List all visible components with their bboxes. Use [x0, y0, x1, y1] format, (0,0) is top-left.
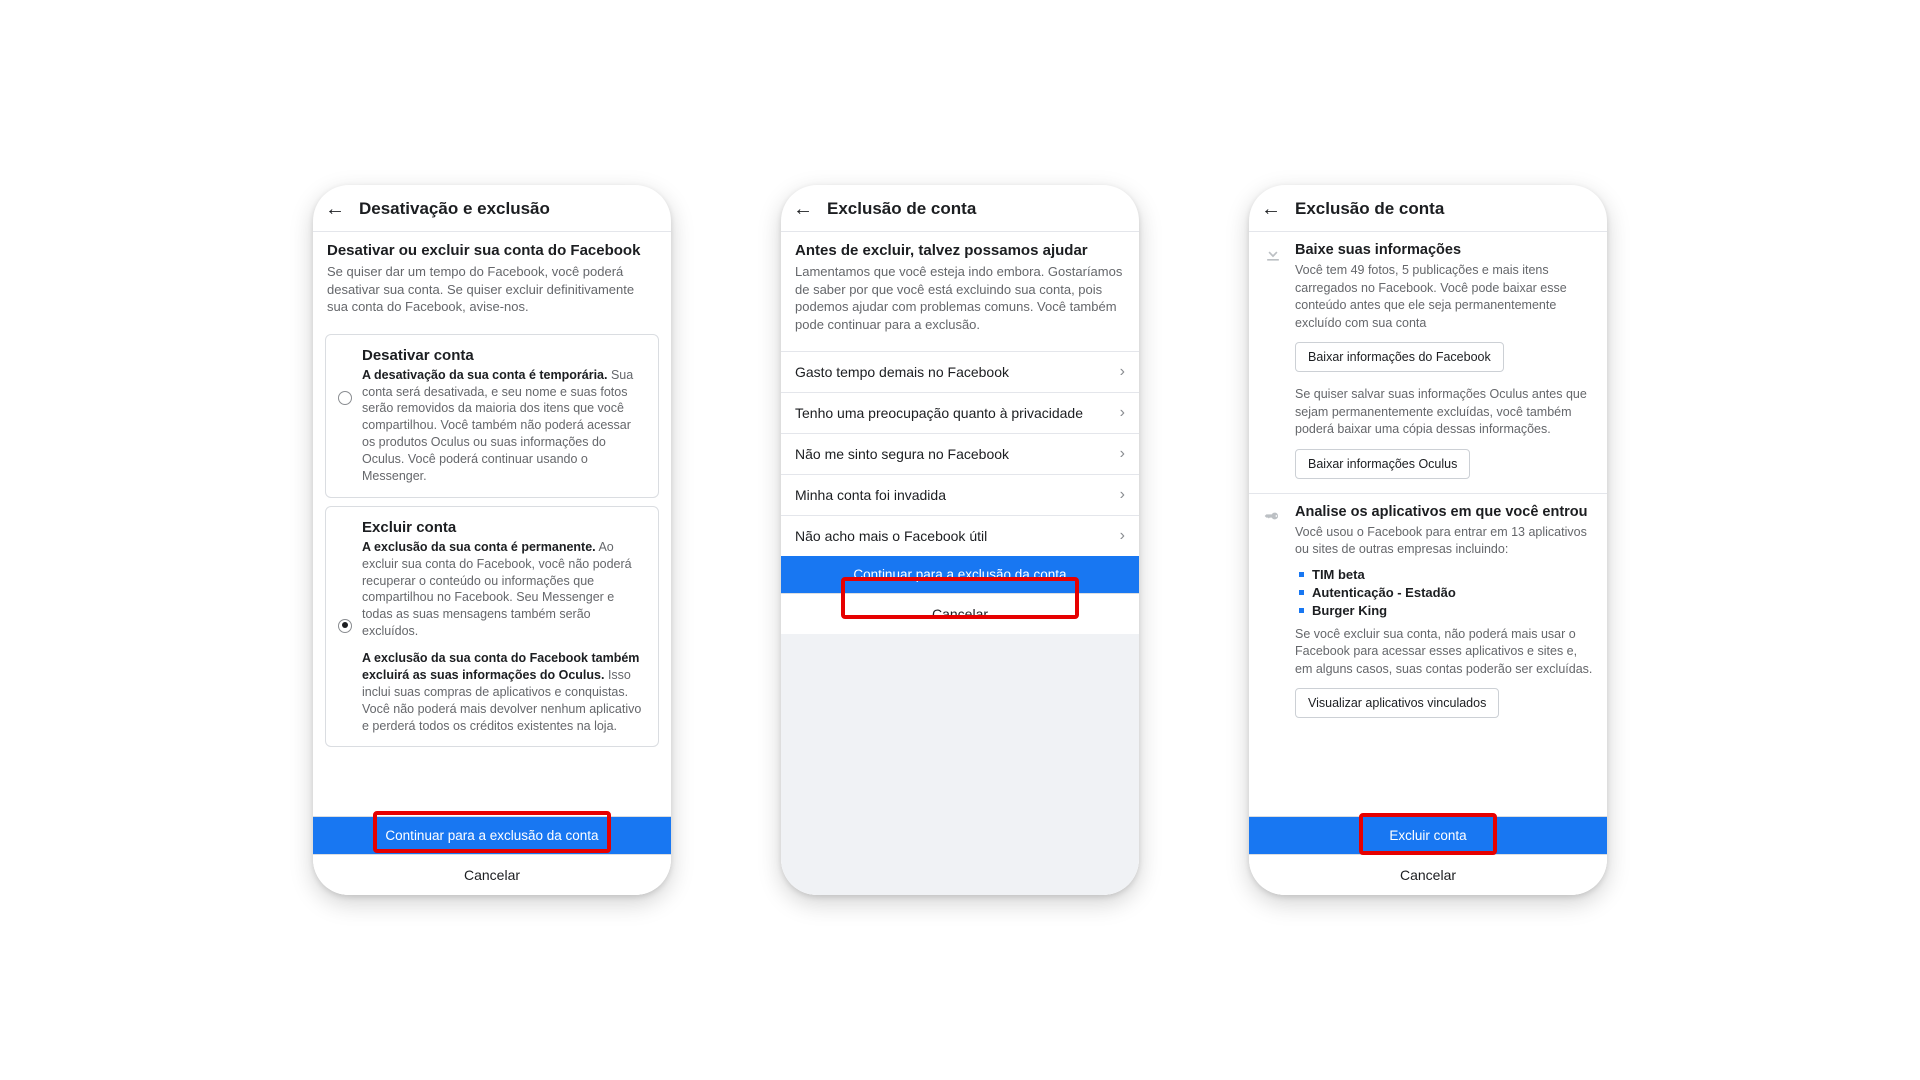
reason-label: Não me sinto segura no Facebook	[795, 446, 1009, 462]
reason-row[interactable]: Minha conta foi invadida ›	[781, 474, 1139, 515]
group-text: Você usou o Facebook para entrar em 13 a…	[1295, 524, 1593, 559]
reason-row[interactable]: Gasto tempo demais no Facebook ›	[781, 351, 1139, 392]
reason-row[interactable]: Não me sinto segura no Facebook ›	[781, 433, 1139, 474]
list-item: Burger King	[1299, 603, 1593, 618]
group-extra: Se quiser salvar suas informações Oculus…	[1295, 386, 1593, 439]
section-title: Desativar ou excluir sua conta do Facebo…	[327, 242, 657, 259]
page-title: Desativação e exclusão	[359, 199, 550, 219]
option-text: A exclusão da sua conta é permanente. Ao…	[362, 539, 646, 640]
section-desc: Se quiser dar um tempo do Facebook, você…	[327, 263, 657, 316]
chevron-right-icon: ›	[1120, 404, 1125, 422]
reason-label: Gasto tempo demais no Facebook	[795, 364, 1009, 380]
scroll-content: Desativar ou excluir sua conta do Facebo…	[313, 232, 671, 816]
download-icon	[1263, 244, 1283, 264]
group-title: Baixe suas informações	[1295, 242, 1593, 258]
radio-icon[interactable]	[338, 619, 352, 633]
view-apps-button[interactable]: Visualizar aplicativos vinculados	[1295, 688, 1499, 718]
back-icon[interactable]: ←	[1261, 199, 1281, 219]
delete-account-button[interactable]: Excluir conta	[1249, 817, 1607, 854]
text-rest: Ao excluir sua conta do Facebook, você n…	[362, 540, 632, 638]
action-bar: Continuar para a exclusão da conta Cance…	[313, 816, 671, 895]
header-bar: ← Exclusão de conta	[781, 185, 1139, 232]
bold-lead: A desativação da sua conta é temporária.	[362, 368, 607, 382]
cancel-button[interactable]: Cancelar	[1249, 854, 1607, 895]
action-bar: Excluir conta Cancelar	[1249, 816, 1607, 895]
reason-label: Tenho uma preocupação quanto à privacida…	[795, 405, 1083, 421]
page-title: Exclusão de conta	[827, 199, 976, 219]
group-text: Você tem 49 fotos, 5 publicações e mais …	[1295, 262, 1593, 332]
cancel-button[interactable]: Cancelar	[313, 854, 671, 895]
option-title: Desativar conta	[362, 347, 646, 364]
phone-3: ← Exclusão de conta Baixe suas informaçõ…	[1249, 185, 1607, 895]
continue-button[interactable]: Continuar para a exclusão da conta	[313, 817, 671, 854]
radio-icon[interactable]	[338, 391, 352, 405]
cancel-button[interactable]: Cancelar	[781, 593, 1139, 634]
list-item: TIM beta	[1299, 567, 1593, 582]
reason-label: Não acho mais o Facebook útil	[795, 528, 987, 544]
reason-label: Minha conta foi invadida	[795, 487, 946, 503]
phone-1: ← Desativação e exclusão Desativar ou ex…	[313, 185, 671, 895]
app-list: TIM beta Autenticação - Estadão Burger K…	[1299, 567, 1593, 618]
group-after: Se você excluir sua conta, não poderá ma…	[1295, 626, 1593, 679]
group-title: Analise os aplicativos em que você entro…	[1295, 504, 1593, 520]
page-title: Exclusão de conta	[1295, 199, 1444, 219]
chevron-right-icon: ›	[1120, 527, 1125, 545]
back-icon[interactable]: ←	[325, 199, 345, 219]
download-oculus-button[interactable]: Baixar informações Oculus	[1295, 449, 1470, 479]
reason-row[interactable]: Não acho mais o Facebook útil ›	[781, 515, 1139, 556]
option-text: A desativação da sua conta é temporária.…	[362, 367, 646, 485]
scroll-content: Baixe suas informações Você tem 49 fotos…	[1249, 232, 1607, 816]
key-icon	[1263, 506, 1283, 526]
bold-lead: A exclusão da sua conta do Facebook tamb…	[362, 651, 639, 682]
section-title: Antes de excluir, talvez possamos ajudar	[795, 242, 1125, 259]
back-icon[interactable]: ←	[793, 199, 813, 219]
empty-area	[781, 634, 1139, 895]
option-title: Excluir conta	[362, 519, 646, 536]
scroll-content: Antes de excluir, talvez possamos ajudar…	[781, 232, 1139, 895]
chevron-right-icon: ›	[1120, 445, 1125, 463]
option-deactivate[interactable]: Desativar conta A desativação da sua con…	[325, 334, 659, 498]
continue-button[interactable]: Continuar para a exclusão da conta	[781, 556, 1139, 593]
header-bar: ← Desativação e exclusão	[313, 185, 671, 232]
chevron-right-icon: ›	[1120, 363, 1125, 381]
download-fb-button[interactable]: Baixar informações do Facebook	[1295, 342, 1504, 372]
phone-2: ← Exclusão de conta Antes de excluir, ta…	[781, 185, 1139, 895]
text-rest: Sua conta será desativada, e seu nome e …	[362, 368, 633, 483]
option-text-2: A exclusão da sua conta do Facebook tamb…	[362, 650, 646, 734]
chevron-right-icon: ›	[1120, 486, 1125, 504]
reason-row[interactable]: Tenho uma preocupação quanto à privacida…	[781, 392, 1139, 433]
option-delete[interactable]: Excluir conta A exclusão da sua conta é …	[325, 506, 659, 748]
section-desc: Lamentamos que você esteja indo embora. …	[795, 263, 1125, 333]
header-bar: ← Exclusão de conta	[1249, 185, 1607, 232]
bold-lead: A exclusão da sua conta é permanente.	[362, 540, 596, 554]
list-item: Autenticação - Estadão	[1299, 585, 1593, 600]
